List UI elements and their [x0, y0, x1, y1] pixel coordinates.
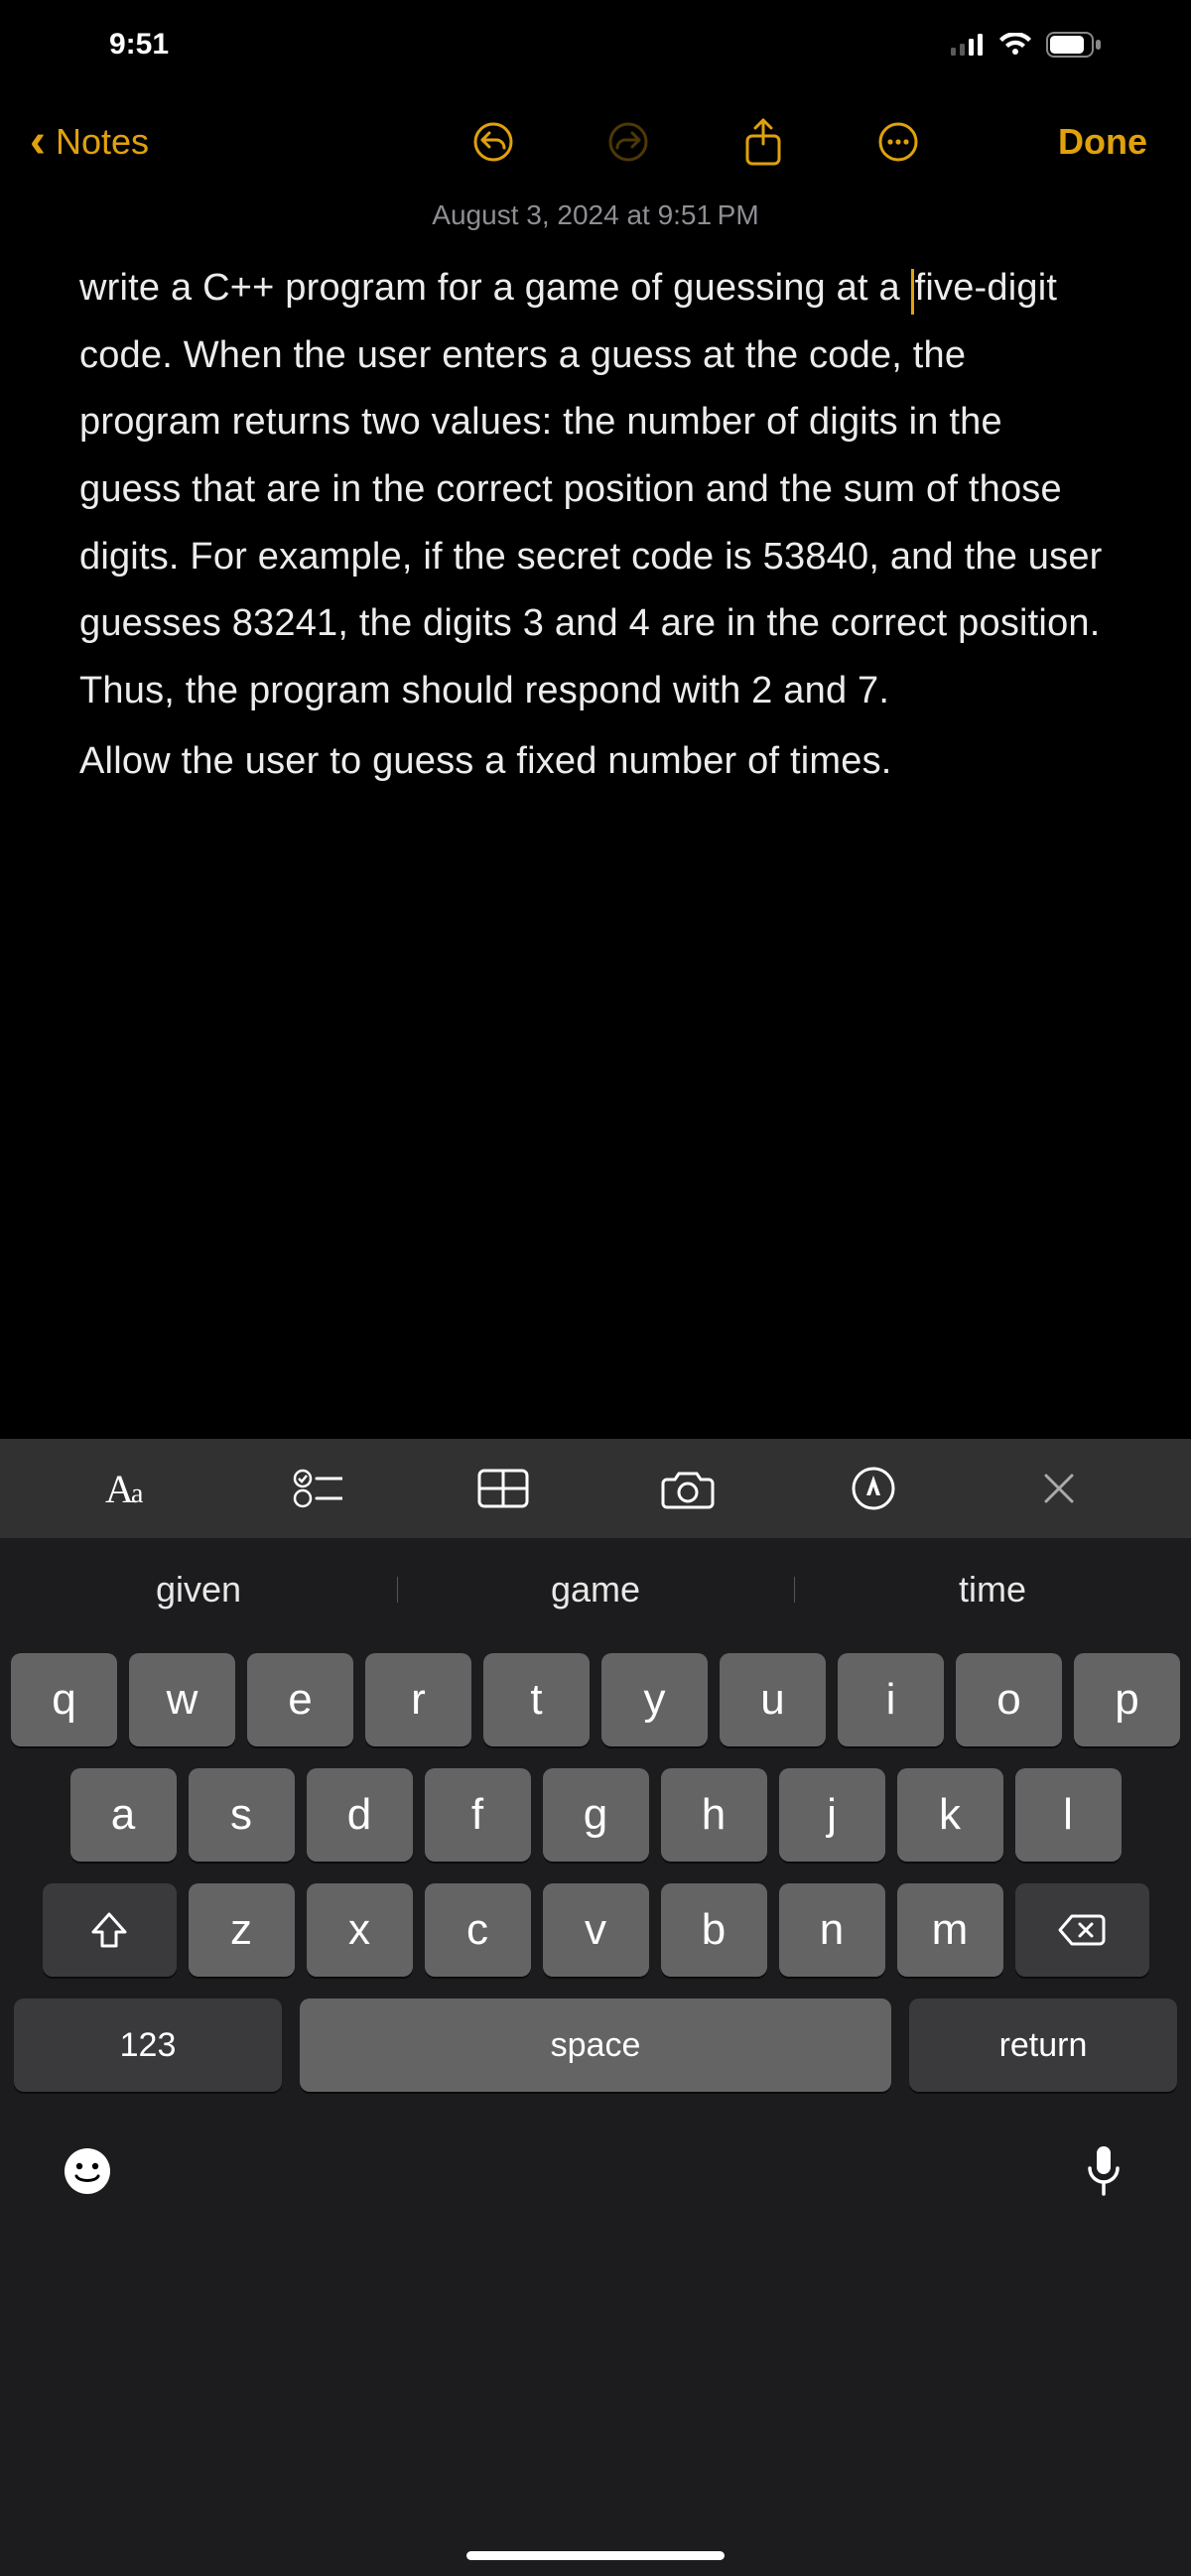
delete-icon	[1058, 1912, 1106, 1948]
text-format-icon: A a	[105, 1467, 159, 1510]
suggestion-2[interactable]: game	[397, 1569, 794, 1610]
suggestion-bar: given game time	[0, 1538, 1191, 1641]
note-body[interactable]: write a C++ program for a game of guessi…	[0, 255, 1191, 796]
status-indicators	[951, 32, 1102, 58]
key-rows: q w e r t y u i o p a s d f g h j k l	[0, 1641, 1191, 2092]
mic-icon	[1084, 2144, 1124, 2198]
key-j[interactable]: j	[779, 1768, 885, 1862]
key-z[interactable]: z	[189, 1883, 295, 1977]
key-t[interactable]: t	[483, 1653, 590, 1746]
undo-button[interactable]	[468, 117, 518, 167]
suggestion-3[interactable]: time	[794, 1569, 1191, 1610]
key-row-4: 123 space return	[10, 1998, 1181, 2092]
key-w[interactable]: w	[129, 1653, 235, 1746]
status-bar: 9:51	[0, 0, 1191, 89]
key-s[interactable]: s	[189, 1768, 295, 1862]
key-return[interactable]: return	[909, 1998, 1177, 2092]
key-numbers[interactable]: 123	[14, 1998, 282, 2092]
key-y[interactable]: y	[601, 1653, 708, 1746]
key-n[interactable]: n	[779, 1883, 885, 1977]
redo-button	[603, 117, 653, 167]
chevron-left-icon: ‹	[30, 118, 46, 166]
battery-icon	[1046, 32, 1102, 58]
suggestion-1[interactable]: given	[0, 1569, 397, 1610]
key-o[interactable]: o	[956, 1653, 1062, 1746]
svg-text:A: A	[105, 1467, 134, 1510]
nav-bar: ‹ Notes	[0, 89, 1191, 193]
emoji-button[interactable]	[60, 2143, 115, 2199]
emoji-icon	[63, 2146, 112, 2196]
svg-text:a: a	[131, 1479, 144, 1509]
key-shift[interactable]	[43, 1883, 177, 1977]
key-row-2: a s d f g h j k l	[10, 1768, 1181, 1862]
key-x[interactable]: x	[307, 1883, 413, 1977]
note-text-after-caret: five-digit code. When the user enters a …	[79, 267, 1103, 711]
key-p[interactable]: p	[1074, 1653, 1180, 1746]
checklist-button[interactable]	[288, 1459, 347, 1518]
key-row-3: z x c v b n m	[10, 1883, 1181, 1977]
key-f[interactable]: f	[425, 1768, 531, 1862]
checklist-icon	[293, 1467, 342, 1510]
key-u[interactable]: u	[720, 1653, 826, 1746]
done-button[interactable]: Done	[1058, 121, 1147, 163]
back-button[interactable]: ‹ Notes	[30, 118, 149, 166]
key-row-1: q w e r t y u i o p	[10, 1653, 1181, 1746]
key-c[interactable]: c	[425, 1883, 531, 1977]
shift-icon	[89, 1910, 129, 1950]
note-text-before-caret: write a C++ program for a game of guessi…	[79, 267, 911, 309]
cellular-icon	[951, 34, 985, 56]
share-icon	[741, 118, 785, 166]
undo-icon	[471, 120, 515, 164]
close-toolbar-button[interactable]	[1029, 1459, 1089, 1518]
more-button[interactable]	[873, 117, 923, 167]
attachment-toolbar: A a	[0, 1439, 1191, 1538]
key-b[interactable]: b	[661, 1883, 767, 1977]
key-h[interactable]: h	[661, 1768, 767, 1862]
home-indicator[interactable]	[466, 2551, 725, 2560]
key-d[interactable]: d	[307, 1768, 413, 1862]
back-label: Notes	[56, 121, 149, 163]
key-q[interactable]: q	[11, 1653, 117, 1746]
key-l[interactable]: l	[1015, 1768, 1122, 1862]
note-date: August 3, 2024 at 9:51 PM	[0, 193, 1191, 255]
key-e[interactable]: e	[247, 1653, 353, 1746]
key-a[interactable]: a	[70, 1768, 177, 1862]
key-delete[interactable]	[1015, 1883, 1149, 1977]
markup-icon	[851, 1466, 896, 1511]
key-space[interactable]: space	[300, 1998, 891, 2092]
key-r[interactable]: r	[365, 1653, 471, 1746]
key-i[interactable]: i	[838, 1653, 944, 1746]
camera-button[interactable]	[658, 1459, 718, 1518]
text-format-button[interactable]: A a	[102, 1459, 162, 1518]
key-k[interactable]: k	[897, 1768, 1003, 1862]
key-g[interactable]: g	[543, 1768, 649, 1862]
key-v[interactable]: v	[543, 1883, 649, 1977]
status-time: 9:51	[109, 28, 169, 62]
keyboard: A a	[0, 1439, 1191, 2576]
camera-icon	[661, 1468, 715, 1509]
wifi-icon	[998, 33, 1032, 57]
redo-icon	[606, 120, 650, 164]
more-icon	[876, 120, 920, 164]
text-cursor	[911, 269, 914, 315]
markup-button[interactable]	[844, 1459, 903, 1518]
table-icon	[477, 1469, 529, 1508]
key-m[interactable]: m	[897, 1883, 1003, 1977]
keyboard-footer	[0, 2114, 1191, 2199]
close-icon	[1040, 1470, 1078, 1507]
table-button[interactable]	[473, 1459, 533, 1518]
dictation-button[interactable]	[1076, 2143, 1131, 2199]
note-text-line2: Allow the user to guess a fixed number o…	[79, 728, 1112, 796]
share-button[interactable]	[738, 117, 788, 167]
